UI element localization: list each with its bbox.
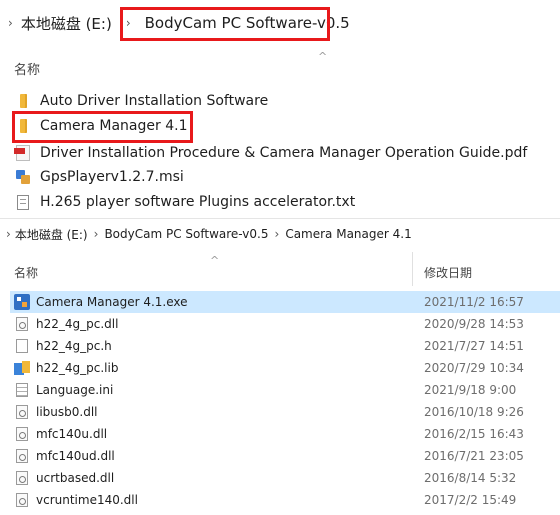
- installer-icon: [14, 169, 32, 185]
- dll-icon: [14, 448, 30, 464]
- table-row[interactable]: h22_4g_pc.dll 2020/9/28 14:53: [10, 313, 560, 335]
- lib-icon: [14, 360, 30, 376]
- item-label: Auto Driver Installation Software: [40, 93, 269, 109]
- table-row[interactable]: ucrtbased.dll 2016/8/14 5:32: [10, 467, 560, 489]
- breadcrumb-segment-folder[interactable]: BodyCam PC Software-v0.5: [104, 227, 268, 241]
- file-name: mfc140ud.dll: [36, 449, 115, 463]
- text-file-icon: [14, 194, 32, 210]
- exe-icon: [14, 294, 30, 310]
- column-header-name[interactable]: 名称: [14, 264, 38, 281]
- table-row[interactable]: vcruntime140.dll 2017/2/2 15:49: [10, 489, 560, 511]
- chevron-right-icon[interactable]: ›: [6, 227, 11, 241]
- file-modified: 2016/8/14 5:32: [424, 471, 517, 485]
- table-row[interactable]: Language.ini 2021/9/18 9:00: [10, 379, 560, 401]
- file-modified: 2016/10/18 9:26: [424, 405, 524, 419]
- breadcrumb-segment-drive[interactable]: 本地磁盘 (E:): [19, 13, 114, 34]
- file-modified: 2017/2/2 15:49: [424, 493, 517, 507]
- list-item[interactable]: H.265 player software Plugins accelerato…: [14, 191, 355, 213]
- list-item[interactable]: Auto Driver Installation Software: [14, 90, 268, 112]
- file-modified: 2021/7/27 14:51: [424, 339, 524, 353]
- table-row[interactable]: h22_4g_pc.h 2021/7/27 14:51: [10, 335, 560, 357]
- file-name: libusb0.dll: [36, 405, 98, 419]
- item-label: Driver Installation Procedure & Camera M…: [40, 145, 528, 161]
- column-header-name[interactable]: 名称: [14, 59, 40, 78]
- list-item[interactable]: Driver Installation Procedure & Camera M…: [14, 142, 527, 164]
- file-name: h22_4g_pc.h: [36, 339, 112, 353]
- column-separator[interactable]: [412, 252, 413, 286]
- sort-caret-icon: ^: [210, 254, 220, 267]
- file-modified: 2021/11/2 16:57: [424, 295, 524, 309]
- breadcrumb-segment-subfolder[interactable]: Camera Manager 4.1: [285, 227, 411, 241]
- pane-divider: [0, 218, 560, 219]
- folder-icon: [14, 93, 32, 109]
- file-name: h22_4g_pc.lib: [36, 361, 119, 375]
- table-row[interactable]: libusb0.dll 2016/10/18 9:26: [10, 401, 560, 423]
- chevron-right-icon[interactable]: ›: [275, 227, 280, 241]
- file-name: Camera Manager 4.1.exe: [36, 295, 188, 309]
- ini-icon: [14, 382, 30, 398]
- dll-icon: [14, 316, 30, 332]
- file-name: vcruntime140.dll: [36, 493, 138, 507]
- breadcrumb-segment-drive[interactable]: 本地磁盘 (E:): [15, 226, 88, 243]
- file-name: mfc140u.dll: [36, 427, 108, 441]
- item-label: H.265 player software Plugins accelerato…: [40, 194, 356, 210]
- chevron-right-icon[interactable]: ›: [94, 227, 99, 241]
- table-row[interactable]: mfc140ud.dll 2016/7/21 23:05: [10, 445, 560, 467]
- header-file-icon: [14, 338, 30, 354]
- file-name: ucrtbased.dll: [36, 471, 115, 485]
- table-row[interactable]: h22_4g_pc.lib 2020/7/29 10:34: [10, 357, 560, 379]
- pdf-icon: [14, 145, 32, 161]
- breadcrumb-bottom: › 本地磁盘 (E:) › BodyCam PC Software-v0.5 ›…: [0, 222, 412, 246]
- file-name: Language.ini: [36, 383, 114, 397]
- highlight-box-breadcrumb: [120, 7, 330, 41]
- sort-caret-icon: ^: [318, 50, 328, 63]
- highlight-box-folder: [12, 111, 193, 143]
- table-row[interactable]: mfc140u.dll 2016/2/15 16:43: [10, 423, 560, 445]
- file-modified: 2021/9/18 9:00: [424, 383, 517, 397]
- chevron-right-icon[interactable]: ›: [8, 16, 13, 30]
- table-row[interactable]: Camera Manager 4.1.exe 2021/11/2 16:57: [10, 291, 560, 313]
- file-modified: 2020/7/29 10:34: [424, 361, 524, 375]
- column-header-modified[interactable]: 修改日期: [424, 264, 472, 281]
- file-modified: 2016/7/21 23:05: [424, 449, 524, 463]
- dll-icon: [14, 470, 30, 486]
- list-item[interactable]: GpsPlayerv1.2.7.msi: [14, 166, 184, 188]
- dll-icon: [14, 404, 30, 420]
- item-label: GpsPlayerv1.2.7.msi: [40, 169, 184, 185]
- file-name: h22_4g_pc.dll: [36, 317, 119, 331]
- file-modified: 2020/9/28 14:53: [424, 317, 524, 331]
- file-modified: 2016/2/15 16:43: [424, 427, 524, 441]
- dll-icon: [14, 426, 30, 442]
- dll-icon: [14, 492, 30, 508]
